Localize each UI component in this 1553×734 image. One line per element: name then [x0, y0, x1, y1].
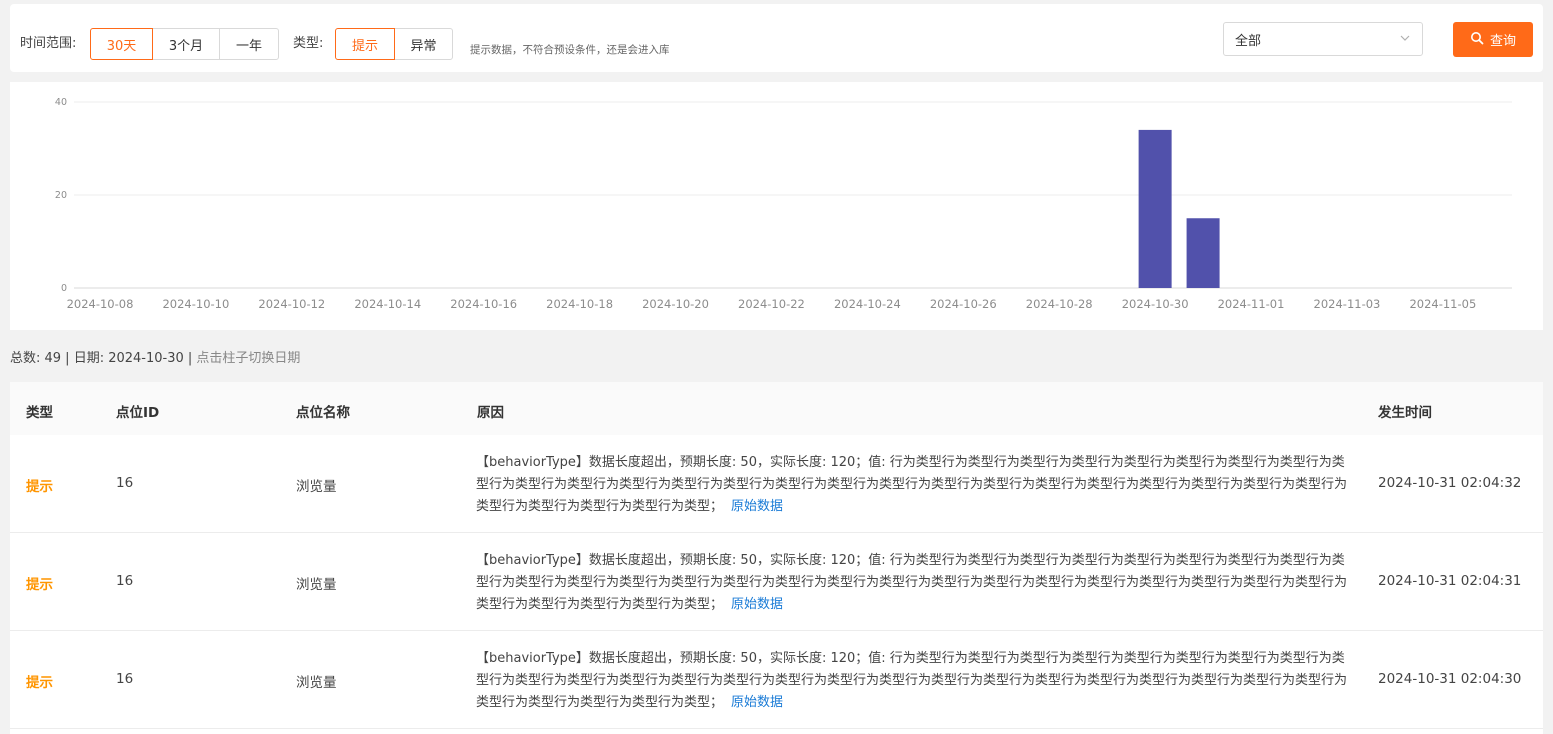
- row-type: 提示: [26, 675, 53, 691]
- row-point-id: 16: [116, 475, 134, 491]
- time-option-3m[interactable]: 3个月: [152, 28, 220, 60]
- filter-bar: 时间范围: 30天 3个月 一年 类型: 提示 异常 提示数据，不符合预设条件，…: [10, 4, 1543, 72]
- raw-data-link[interactable]: 原始数据: [731, 695, 783, 710]
- row-reason: 【behaviorType】数据长度超出，预期长度: 50，实际长度: 120；…: [476, 550, 1351, 616]
- time-range-label: 时间范围:: [20, 36, 77, 51]
- bar-chart: 0 20 40 2024-10-08 2024-10-10 2024-10-12 2024-…: [10, 82, 1543, 330]
- header-type: 类型: [26, 405, 53, 421]
- x-tick-label: 2024-10-22: [738, 297, 805, 311]
- type-option-error[interactable]: 异常: [394, 28, 453, 60]
- header-time: 发生时间: [1378, 405, 1432, 421]
- x-tick-label: 2024-10-26: [930, 297, 997, 311]
- search-label: 查询: [1489, 34, 1516, 49]
- type-label: 类型:: [293, 36, 324, 51]
- data-table: 类型 点位ID 点位名称 原因 发生时间 提示 16 浏览量 【behavior…: [10, 382, 1543, 734]
- chevron-down-icon: [1398, 31, 1412, 49]
- raw-data-link[interactable]: 原始数据: [731, 597, 783, 612]
- row-type: 提示: [26, 479, 53, 495]
- x-tick-label: 2024-10-20: [642, 297, 709, 311]
- time-option-30d[interactable]: 30天: [90, 28, 153, 60]
- y-tick-label: 0: [61, 283, 67, 294]
- x-tick-label: 2024-10-28: [1026, 297, 1093, 311]
- row-point-name: 浏览量: [296, 577, 337, 593]
- search-button[interactable]: 查询: [1453, 22, 1533, 57]
- chart-bar[interactable]: [1138, 129, 1172, 288]
- row-type: 提示: [26, 577, 53, 593]
- table-header: 类型 点位ID 点位名称 原因 发生时间: [10, 382, 1543, 435]
- type-group: 提示 异常: [335, 28, 453, 60]
- time-option-1y[interactable]: 一年: [219, 28, 279, 60]
- hint-text: 提示数据，不符合预设条件，还是会进入库: [470, 44, 670, 56]
- raw-data-link[interactable]: 原始数据: [731, 499, 783, 514]
- x-tick-label: 2024-10-16: [450, 297, 517, 311]
- x-tick-label: 2024-11-03: [1314, 297, 1381, 311]
- x-tick-label: 2024-10-12: [258, 297, 325, 311]
- table-row: 提示 16 浏览量 【behaviorType】数据长度超出，预期长度: 50，…: [10, 631, 1543, 729]
- x-tick-label: 2024-10-10: [162, 297, 229, 311]
- chart-svg: 0 20 40 2024-10-08 2024-10-10 2024-10-12 2024-…: [55, 97, 1512, 311]
- row-point-name: 浏览量: [296, 675, 337, 691]
- reason-text: 【behaviorType】数据长度超出，预期长度: 50，实际长度: 120；…: [476, 651, 1348, 710]
- time-range-group: 30天 3个月 一年: [90, 28, 279, 60]
- row-point-id: 16: [116, 671, 134, 687]
- y-tick-label: 20: [55, 190, 67, 201]
- type-option-hint[interactable]: 提示: [335, 28, 395, 60]
- table-row: 提示 16 浏览量 【behaviorType】数据长度超出，预期长度: 50，…: [10, 533, 1543, 631]
- row-point-id: 16: [116, 573, 134, 589]
- search-icon: [1470, 31, 1484, 49]
- row-point-name: 浏览量: [296, 479, 337, 495]
- row-time: 2024-10-31 02:04:31: [1378, 573, 1522, 589]
- header-point-name: 点位名称: [296, 405, 350, 421]
- y-tick-label: 40: [55, 97, 67, 108]
- row-reason: 【behaviorType】数据长度超出，预期长度: 50，实际长度: 120；…: [476, 648, 1351, 714]
- x-tick-label: 2024-10-14: [354, 297, 421, 311]
- x-tick-label: 2024-10-30: [1122, 297, 1189, 311]
- reason-text: 【behaviorType】数据长度超出，预期长度: 50，实际长度: 120；…: [476, 553, 1348, 612]
- x-tick-label: 2024-11-01: [1218, 297, 1285, 311]
- row-time: 2024-10-31 02:04:32: [1378, 475, 1522, 491]
- summary-text: 总数: 49 | 日期: 2024-10-30 |: [10, 351, 193, 366]
- summary-line: 总数: 49 | 日期: 2024-10-30 | 点击柱子切换日期: [10, 347, 300, 366]
- x-tick-label: 2024-10-24: [834, 297, 901, 311]
- x-tick-label: 2024-10-08: [67, 297, 134, 311]
- select-value: 全部: [1235, 33, 1262, 49]
- row-reason: 【behaviorType】数据长度超出，预期长度: 50，实际长度: 120；…: [476, 452, 1351, 518]
- x-tick-label: 2024-10-18: [546, 297, 613, 311]
- category-select[interactable]: 全部: [1223, 22, 1423, 56]
- reason-text: 【behaviorType】数据长度超出，预期长度: 50，实际长度: 120；…: [476, 455, 1348, 514]
- row-time: 2024-10-31 02:04:30: [1378, 671, 1522, 687]
- summary-tip: 点击柱子切换日期: [196, 351, 301, 366]
- table-row: 提示 16 浏览量 【behaviorType】数据长度超出，预期长度: 50，…: [10, 435, 1543, 533]
- chart-bar[interactable]: [1186, 218, 1220, 288]
- header-reason: 原因: [477, 405, 504, 421]
- x-tick-label: 2024-11-05: [1409, 297, 1476, 311]
- header-point-id: 点位ID: [116, 405, 160, 421]
